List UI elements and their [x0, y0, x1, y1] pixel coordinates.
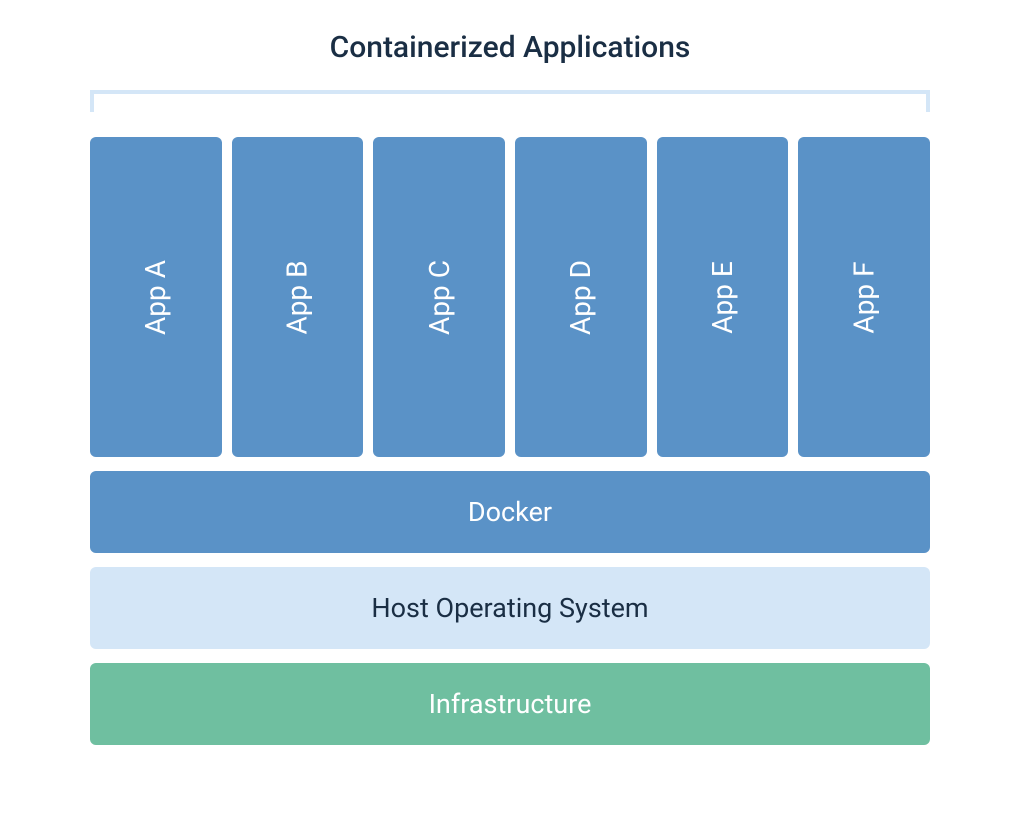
- host-os-label: Host Operating System: [371, 592, 648, 624]
- app-box-d: App D: [515, 137, 647, 457]
- app-box-f: App F: [798, 137, 930, 457]
- app-label: App A: [139, 260, 172, 335]
- docker-layer: Docker: [90, 471, 930, 553]
- app-label: App F: [848, 261, 881, 333]
- container-diagram: Containerized Applications App A App B A…: [90, 30, 930, 774]
- app-label: App B: [281, 260, 314, 334]
- docker-label: Docker: [468, 496, 552, 528]
- app-label: App C: [423, 260, 456, 335]
- app-label: App D: [564, 259, 597, 334]
- infrastructure-label: Infrastructure: [429, 688, 592, 720]
- app-box-e: App E: [657, 137, 789, 457]
- apps-row: App A App B App C App D App E App F: [90, 137, 930, 457]
- app-box-a: App A: [90, 137, 222, 457]
- apps-bracket: [90, 90, 930, 112]
- app-box-b: App B: [232, 137, 364, 457]
- app-box-c: App C: [373, 137, 505, 457]
- diagram-title: Containerized Applications: [90, 30, 930, 65]
- host-os-layer: Host Operating System: [90, 567, 930, 649]
- app-label: App E: [706, 261, 739, 334]
- infrastructure-layer: Infrastructure: [90, 663, 930, 745]
